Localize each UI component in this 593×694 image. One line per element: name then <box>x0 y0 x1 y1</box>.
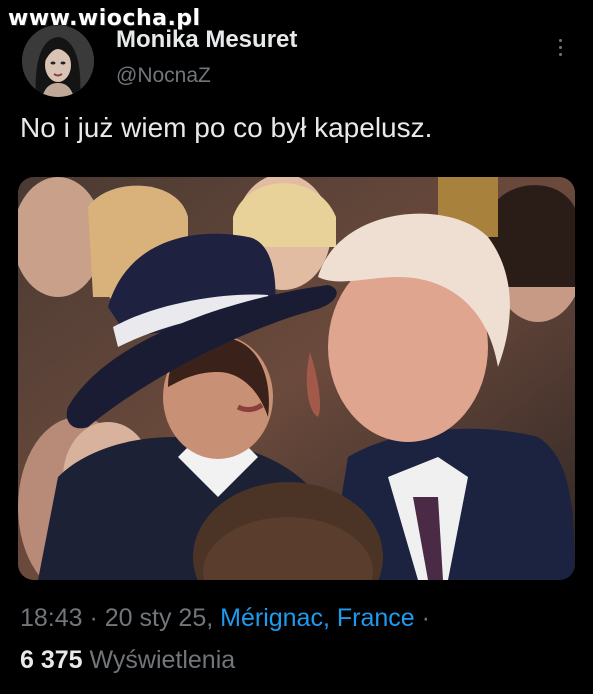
handle[interactable]: @NocnaZ <box>116 64 211 88</box>
tweet-time[interactable]: 18:43 <box>20 604 83 632</box>
photo-illustration <box>18 177 575 580</box>
tweet-media-photo[interactable] <box>18 177 575 580</box>
tweet-meta: 18:43 · 20 sty 25, Mérignac, France · <box>20 604 430 633</box>
meta-separator-trailing: · <box>414 604 430 632</box>
tweet-location-link[interactable]: Mérignac, France <box>220 604 415 632</box>
avatar[interactable] <box>22 25 94 97</box>
tweet-header: Monika Mesuret @NocnaZ <box>18 22 578 102</box>
views-label: Wyświetlenia <box>89 646 236 674</box>
tweet-date[interactable]: 20 sty 25, <box>105 604 213 632</box>
meta-separator: · <box>82 604 105 632</box>
watermark: www.wiocha.pl <box>8 6 201 31</box>
tweet-views[interactable]: 6 375 Wyświetlenia <box>20 646 235 675</box>
views-count: 6 375 <box>20 646 83 674</box>
tweet-text: No i już wiem po co był kapelusz. <box>20 112 433 143</box>
avatar-image <box>22 25 94 97</box>
more-vertical-icon[interactable] <box>550 32 570 62</box>
